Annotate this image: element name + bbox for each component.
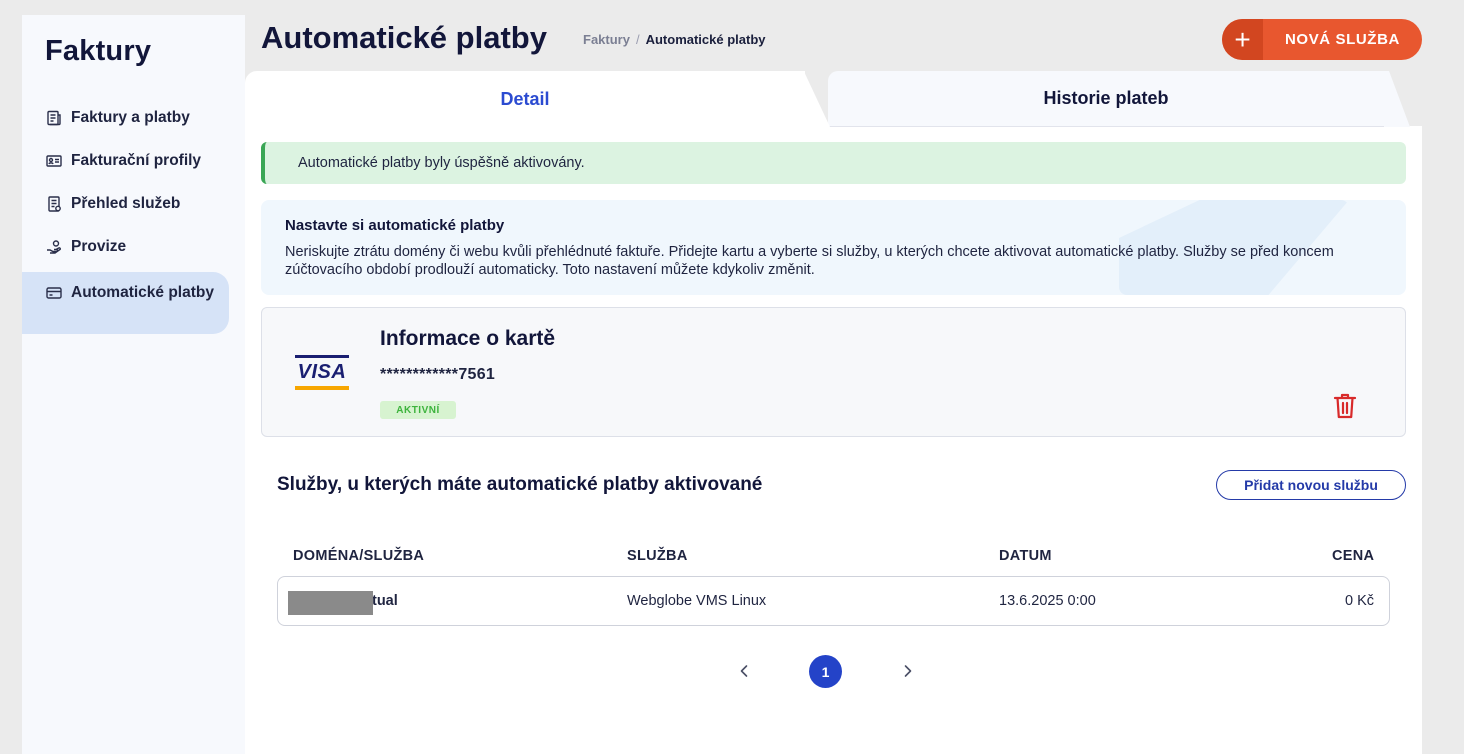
column-header-date: DATUM: [999, 548, 1052, 564]
breadcrumb: Faktury / Automatické platby: [583, 32, 766, 47]
sidebar-item-invoices[interactable]: Faktury a platby: [22, 100, 229, 143]
sidebar-item-automatic-payments[interactable]: Automatické platby: [22, 272, 229, 334]
sidebar-item-label: Faktury a platby: [71, 109, 190, 126]
tab-detail[interactable]: Detail: [245, 71, 805, 127]
breadcrumb-parent-link[interactable]: Faktury: [583, 32, 630, 47]
trash-icon[interactable]: [1333, 392, 1357, 420]
sidebar-item-label: Provize: [71, 238, 127, 255]
breadcrumb-current: Automatické platby: [645, 32, 766, 47]
tab-payment-history[interactable]: Historie plateb: [828, 71, 1384, 127]
cell-domain: tual: [372, 593, 398, 609]
column-header-domain: DOMÉNA/SLUŽBA: [293, 548, 425, 564]
breadcrumb-separator: /: [635, 32, 640, 47]
sidebar-nav: Faktury a platby Fakturační profily Přeh…: [22, 100, 229, 334]
page-title: Automatické platby: [261, 20, 547, 55]
new-service-label: NOVÁ SLUŽBA: [1285, 31, 1400, 48]
sidebar: Faktury Faktury a platby Fakturační prof…: [22, 15, 245, 754]
table-row[interactable]: tual Webglobe VMS Linux 13.6.2025 0:00 0…: [277, 576, 1390, 626]
chevron-right-icon[interactable]: [902, 664, 914, 678]
chevron-left-icon[interactable]: [738, 664, 750, 678]
cell-price: 0 Kč: [1344, 593, 1374, 609]
info-box: Nastavte si automatické platby Neriskujt…: [261, 200, 1406, 295]
column-header-price: CENA: [1332, 548, 1375, 564]
add-service-button[interactable]: Přidat novou službu: [1216, 470, 1406, 500]
sidebar-item-services-overview[interactable]: Přehled služeb: [22, 186, 229, 229]
cell-date: 13.6.2025 0:00: [999, 593, 1096, 609]
success-alert-text: Automatické platby byly úspěšně aktivová…: [298, 155, 585, 171]
sidebar-item-label: Fakturační profily: [71, 152, 202, 169]
services-list-icon: [48, 196, 61, 212]
info-text: Neriskujte ztrátu domény či webu kvůli p…: [285, 244, 1334, 278]
sidebar-item-label: Přehled služeb: [71, 195, 181, 212]
column-header-service: SLUŽBA: [627, 548, 688, 564]
sidebar-item-label: Automatické platby: [71, 284, 214, 301]
profile-card-icon: [46, 155, 62, 167]
tab-history-edge: [1380, 71, 1410, 127]
invoice-icon: [47, 110, 61, 126]
info-title: Nastavte si automatické platby: [285, 217, 505, 234]
card-number: ************7561: [380, 366, 496, 383]
services-section-title: Služby, u kterých máte automatické platb…: [277, 474, 763, 495]
plus-icon: +: [1222, 19, 1263, 60]
success-alert: Automatické platby byly úspěšně aktivová…: [261, 142, 1406, 184]
sidebar-item-commissions[interactable]: Provize: [22, 229, 229, 272]
status-badge: AKTIVNÍ: [380, 401, 456, 419]
sidebar-item-billing-profiles[interactable]: Fakturační profily: [22, 143, 229, 186]
card-info-panel: VISA Informace o kartě ************7561 …: [261, 307, 1406, 437]
cell-service: Webglobe VMS Linux: [627, 593, 767, 609]
new-service-button[interactable]: + NOVÁ SLUŽBA: [1222, 19, 1422, 60]
card-info-title: Informace o kartě: [380, 327, 556, 350]
hand-coin-icon: [47, 240, 61, 254]
sidebar-title: Faktury: [45, 35, 152, 67]
page-button-current[interactable]: 1: [809, 655, 842, 688]
wallet-card-icon: [46, 287, 62, 299]
visa-logo: VISA: [295, 355, 349, 390]
redacted-domain: [288, 591, 373, 615]
